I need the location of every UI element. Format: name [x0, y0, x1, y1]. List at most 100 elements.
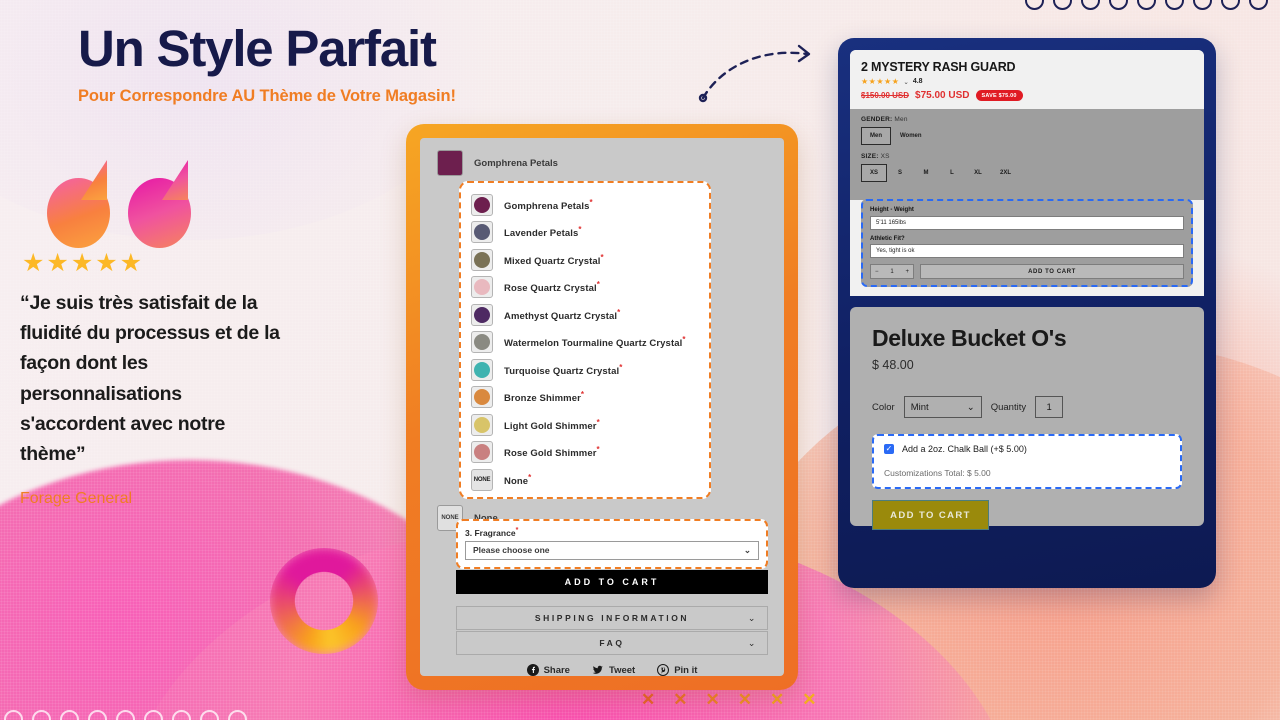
decor-dot [228, 710, 247, 720]
bucket-product-card: Deluxe Bucket O's $ 48.00 Color Mint ⌄ Q… [850, 307, 1204, 530]
option-list-item[interactable]: Bronze Shimmer* [471, 384, 699, 412]
option-list-item[interactable]: Light Gold Shimmer* [471, 411, 699, 439]
option-list-item[interactable]: Mixed Quartz Crystal* [471, 246, 699, 274]
chevron-down-icon: ⌄ [743, 544, 751, 555]
option-pill[interactable]: XL [965, 164, 991, 182]
option-swatch-popup[interactable]: Gomphrena Petals* Lavender Petals* Mixed Q… [459, 181, 711, 499]
option-pill[interactable]: Women [891, 127, 931, 145]
rash-guard-price-row: $150.00 USD $75.00 USD SAVE $75.00 [861, 90, 1193, 101]
option-label: Gomphrena Petals* [504, 197, 593, 212]
option-label: Amethyst Quartz Crystal* [504, 307, 621, 322]
decor-x-mark: ✕ [705, 690, 720, 709]
option-pill[interactable]: Men [861, 127, 891, 145]
decor-dot [88, 710, 107, 720]
option-label: Rose Gold Shimmer* [504, 445, 600, 460]
decor-dot [1249, 0, 1268, 10]
rash-guard-custom-fields[interactable]: Height - Weight 5'11 165lbs Athletic Fit… [861, 199, 1193, 287]
option-list-item[interactable]: Rose Gold Shimmer* [471, 439, 699, 467]
decor-dot [144, 710, 163, 720]
decor-x-mark: ✕ [641, 690, 656, 709]
bucket-add-to-cart-button[interactable]: ADD TO CART [872, 500, 989, 530]
height-weight-input[interactable]: 5'11 165lbs [870, 215, 1184, 230]
decor-dot [1193, 0, 1212, 10]
decor-dot [1025, 0, 1044, 10]
qty-decrement-button[interactable]: − [875, 269, 879, 275]
rash-guard-title: 2 MYSTERY RASH GUARD [861, 60, 1016, 74]
option-swatch [471, 358, 493, 381]
quantity-input[interactable]: 1 [1035, 396, 1064, 418]
gender-option-title: GENDER: Men [861, 116, 908, 123]
decor-gradient-ring [270, 548, 378, 654]
decor-dot [172, 710, 191, 720]
option-list-item[interactable]: Amethyst Quartz Crystal* [471, 301, 699, 329]
decor-x-mark: ✕ [673, 690, 688, 709]
decor-dots-top-right [1025, 0, 1268, 10]
fragrance-select[interactable]: Please choose one ⌄ [465, 540, 759, 560]
chalk-ball-option-row[interactable]: ✓ Add a 2oz. Chalk Ball (+$ 5.00) [884, 444, 1170, 454]
rash-guard-add-to-cart-button[interactable]: ADD TO CART [920, 264, 1184, 279]
option-swatch-none-text: NONE [473, 476, 491, 483]
option-swatch [471, 276, 493, 299]
chalk-ball-label: Add a 2oz. Chalk Ball (+$ 5.00) [902, 444, 1027, 454]
fragrance-field-group[interactable]: 3. Fragrance* Please choose one ⌄ [456, 519, 768, 569]
decor-dot [1053, 0, 1072, 10]
size-selected-value: XS [880, 153, 890, 160]
rating-stars: ★★★★★ [861, 77, 900, 86]
decor-x-mark: ✕ [802, 690, 817, 709]
accordion-faq[interactable]: FAQ ⌄ [456, 631, 768, 655]
chevron-down-icon: ⌄ [747, 612, 758, 623]
option-label: Rose Quartz Crystal* [504, 280, 600, 295]
center-add-to-cart-button[interactable]: ADD TO CART [456, 570, 768, 594]
price-original: $150.00 USD [861, 91, 910, 100]
qty-increment-button[interactable]: + [905, 269, 909, 275]
decor-dot [4, 710, 23, 720]
testimonial-quote: “Je suis très satisfait de la fluidité d… [20, 292, 280, 466]
option-pill[interactable]: S [887, 164, 913, 182]
option-swatch [471, 193, 493, 216]
option-pill[interactable]: 2XL [991, 164, 1020, 182]
size-pill-row[interactable]: XS S M L XL 2XL [861, 164, 1193, 182]
rash-guard-qty-cart-row: − 1 + ADD TO CART [870, 264, 1184, 279]
decor-quote-marks [47, 160, 191, 255]
rating-value: 4.8 [912, 78, 923, 85]
qty-value: 1 [890, 268, 894, 275]
option-list-item[interactable]: Rose Quartz Crystal* [471, 274, 699, 302]
option-list-item[interactable]: NONE None* [471, 466, 699, 494]
share-twitter-label: Tweet [608, 664, 636, 676]
testimonial-stars: ★★★★★ [22, 249, 145, 277]
share-pinterest-button[interactable]: Pin it [657, 664, 697, 676]
option-swatch [471, 248, 493, 271]
decor-dot [1081, 0, 1100, 10]
gender-pill-row[interactable]: Men Women [861, 127, 1193, 145]
rash-guard-options: GENDER: Men Men Women SIZE: XS XS S M L XL 2XL [850, 109, 1204, 200]
option-pill[interactable]: M [913, 164, 939, 182]
quote-mark-right-icon [128, 160, 191, 255]
option-pill[interactable]: L [939, 164, 965, 182]
fragrance-label: 3. Fragrance* [465, 526, 519, 538]
option-label: Turquoise Quartz Crystal* [504, 362, 623, 377]
athletic-fit-input[interactable]: Yes, tight is ok [870, 244, 1184, 258]
bucket-option-row: Color Mint ⌄ Quantity 1 [872, 396, 1182, 418]
center-product-page-body: Gomphrena Petals NONE None Gomphrena Pet… [420, 138, 784, 676]
color-select[interactable]: Mint ⌄ [903, 396, 982, 418]
option-swatch [471, 221, 493, 244]
chevron-down-icon: ⌄ [903, 78, 909, 86]
option-list-item[interactable]: Watermelon Tourmaline Quartz Crystal* [471, 329, 699, 357]
option-list-item[interactable]: Gomphrena Petals* [471, 191, 699, 219]
option-pill[interactable]: XS [861, 164, 888, 182]
accordion-shipping-information[interactable]: SHIPPING INFORMATION ⌄ [456, 606, 768, 630]
customizations-total: Customizations Total: $ 5.00 [884, 468, 991, 478]
option-label: None* [504, 472, 532, 487]
option-list-item[interactable]: Turquoise Quartz Crystal* [471, 356, 699, 384]
quantity-stepper[interactable]: − 1 + [870, 264, 914, 279]
decor-dot [1165, 0, 1184, 10]
accordion-faq-label: FAQ [599, 638, 625, 648]
bucket-customization-box[interactable]: ✓ Add a 2oz. Chalk Ball (+$ 5.00) Custom… [872, 434, 1182, 489]
share-twitter-button[interactable]: Tweet [592, 664, 635, 676]
dashed-arrow-icon [698, 44, 811, 103]
option-list-item[interactable]: Lavender Petals* [471, 219, 699, 247]
height-weight-label: Height - Weight [870, 207, 914, 213]
testimonial-author: Forage General [20, 490, 133, 507]
share-facebook-button[interactable]: Share [526, 664, 570, 676]
checkbox-checked-icon[interactable]: ✓ [884, 444, 894, 454]
